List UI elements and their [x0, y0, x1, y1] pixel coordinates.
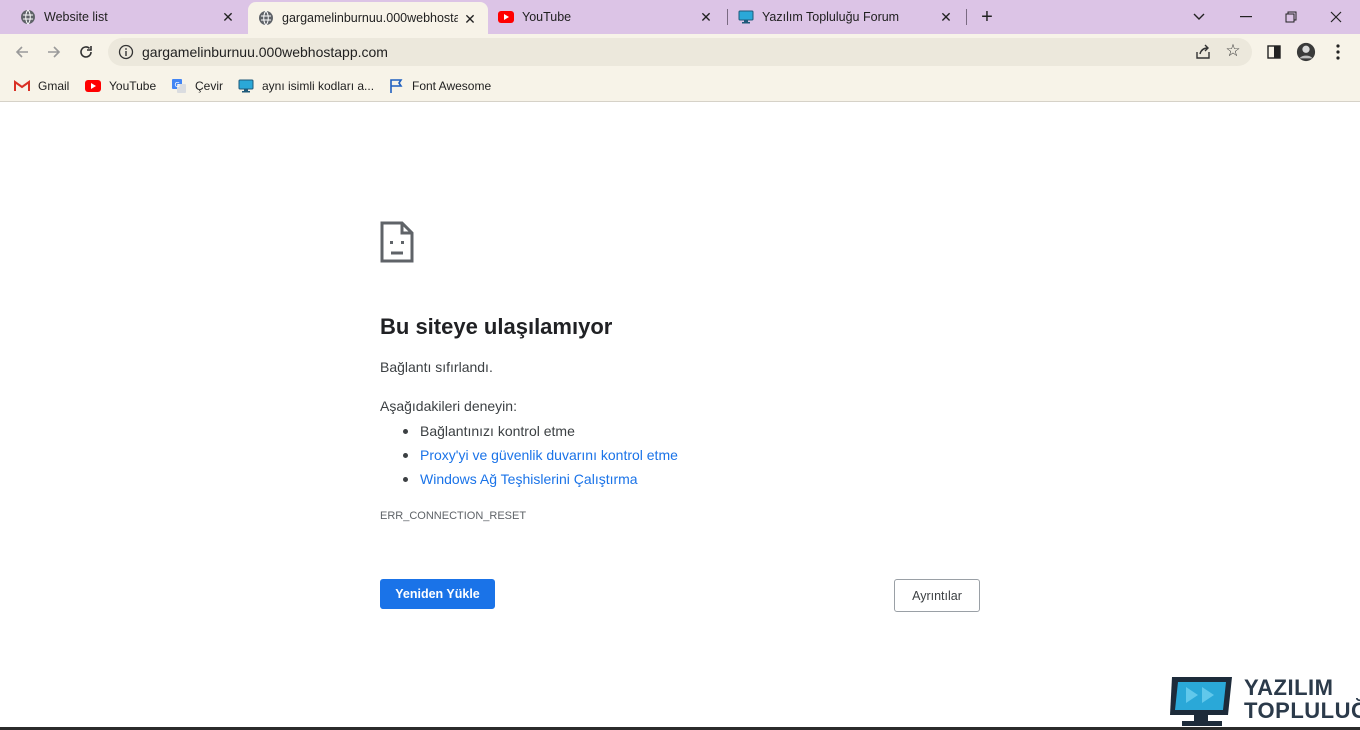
- restore-icon[interactable]: [1281, 7, 1301, 27]
- close-icon[interactable]: ✕: [220, 9, 236, 25]
- bookmark-star-icon[interactable]: ☆: [1224, 42, 1242, 60]
- reload-icon[interactable]: [76, 42, 96, 62]
- address-bar[interactable]: gargamelinburnuu.000webhostapp.com ☆: [108, 38, 1252, 66]
- svg-text:G: G: [175, 81, 180, 89]
- youtube-icon: [498, 9, 514, 25]
- watermark-line2: TOPLULUĞU: [1244, 698, 1360, 723]
- globe-icon: [258, 10, 274, 26]
- close-icon[interactable]: ✕: [938, 9, 954, 25]
- tab-title: Website list: [44, 10, 108, 24]
- youtube-icon: [85, 78, 101, 94]
- bookmarks-bar: Gmail YouTube G Çevir aynı isimli kodlar…: [0, 70, 1360, 102]
- tab-active-site[interactable]: gargamelinburnuu.000webhostapp.com ✕: [248, 2, 488, 34]
- tab-search-icon[interactable]: [1189, 7, 1209, 27]
- url-text[interactable]: gargamelinburnuu.000webhostapp.com: [142, 44, 388, 60]
- close-icon[interactable]: ✕: [462, 11, 478, 27]
- tab-separator: [727, 9, 728, 25]
- tab-youtube[interactable]: YouTube ✕: [490, 0, 724, 34]
- error-subtitle: Bağlantı sıfırlandı.: [380, 359, 493, 375]
- gmail-icon: [14, 78, 30, 94]
- tab-title: Yazılım Topluluğu Forum: [762, 10, 900, 24]
- bookmark-font-awesome[interactable]: Font Awesome: [388, 77, 491, 95]
- back-icon[interactable]: [12, 42, 32, 62]
- bookmark-youtube[interactable]: YouTube: [85, 77, 156, 95]
- tab-separator: [966, 9, 967, 25]
- tab-strip: Website list ✕ gargamelinburnuu.000webho…: [0, 0, 1360, 34]
- reload-button[interactable]: Yeniden Yükle: [380, 579, 495, 609]
- details-button[interactable]: Ayrıntılar: [894, 579, 980, 612]
- tab-website-list[interactable]: Website list ✕: [12, 0, 246, 34]
- bookmark-label: Font Awesome: [412, 79, 492, 93]
- error-code: ERR_CONNECTION_RESET: [380, 510, 527, 522]
- bookmark-translate[interactable]: G Çevir: [171, 77, 223, 95]
- share-icon[interactable]: [1194, 43, 1212, 61]
- error-page: Bu siteye ulaşılamıyor Bağlantı sıfırlan…: [0, 103, 1360, 730]
- bookmark-label: Gmail: [38, 79, 70, 93]
- suggestion-proxy-firewall-link[interactable]: Proxy'yi ve güvenlik duvarını kontrol et…: [380, 443, 678, 467]
- bookmark-ayni-isimli[interactable]: aynı isimli kodları a...: [238, 77, 374, 95]
- watermark-logo: YAZILIM TOPLULUĞU: [1168, 671, 1360, 730]
- flag-icon: [388, 78, 404, 94]
- suggestions-list: Bağlantınızı kontrol etme Proxy'yi ve gü…: [380, 419, 678, 491]
- sad-page-icon: [380, 221, 414, 263]
- error-title: Bu siteye ulaşılamıyor: [380, 314, 613, 339]
- toolbar: gargamelinburnuu.000webhostapp.com ☆: [0, 34, 1360, 70]
- avatar[interactable]: [1296, 42, 1316, 62]
- tab-title: gargamelinburnuu.000webhostapp.com: [282, 11, 458, 25]
- globe-icon: [20, 9, 36, 25]
- monitor-logo-icon: [1170, 677, 1232, 726]
- menu-icon[interactable]: [1328, 42, 1348, 62]
- monitor-icon: [738, 9, 754, 25]
- forward-icon[interactable]: [44, 42, 64, 62]
- translate-icon: G: [171, 78, 187, 94]
- bookmark-label: aynı isimli kodları a...: [262, 79, 375, 93]
- new-tab-button[interactable]: +: [977, 7, 997, 27]
- suggestion-check-connection: Bağlantınızı kontrol etme: [380, 419, 678, 443]
- bookmark-label: YouTube: [109, 79, 157, 93]
- suggestions-heading: Aşağıdakileri deneyin:: [380, 398, 517, 414]
- tab-forum[interactable]: Yazılım Topluluğu Forum ✕: [730, 0, 964, 34]
- window-close-icon[interactable]: [1326, 7, 1346, 27]
- side-panel-icon[interactable]: [1264, 42, 1284, 62]
- minimize-icon[interactable]: [1236, 7, 1256, 27]
- info-icon[interactable]: [118, 44, 134, 60]
- monitor-icon: [238, 78, 254, 94]
- bookmark-gmail[interactable]: Gmail: [14, 77, 69, 95]
- bookmark-label: Çevir: [195, 79, 224, 93]
- tab-title: YouTube: [522, 10, 572, 24]
- suggestion-network-diagnostics-link[interactable]: Windows Ağ Teşhislerini Çalıştırma: [380, 467, 678, 491]
- close-icon[interactable]: ✕: [698, 9, 714, 25]
